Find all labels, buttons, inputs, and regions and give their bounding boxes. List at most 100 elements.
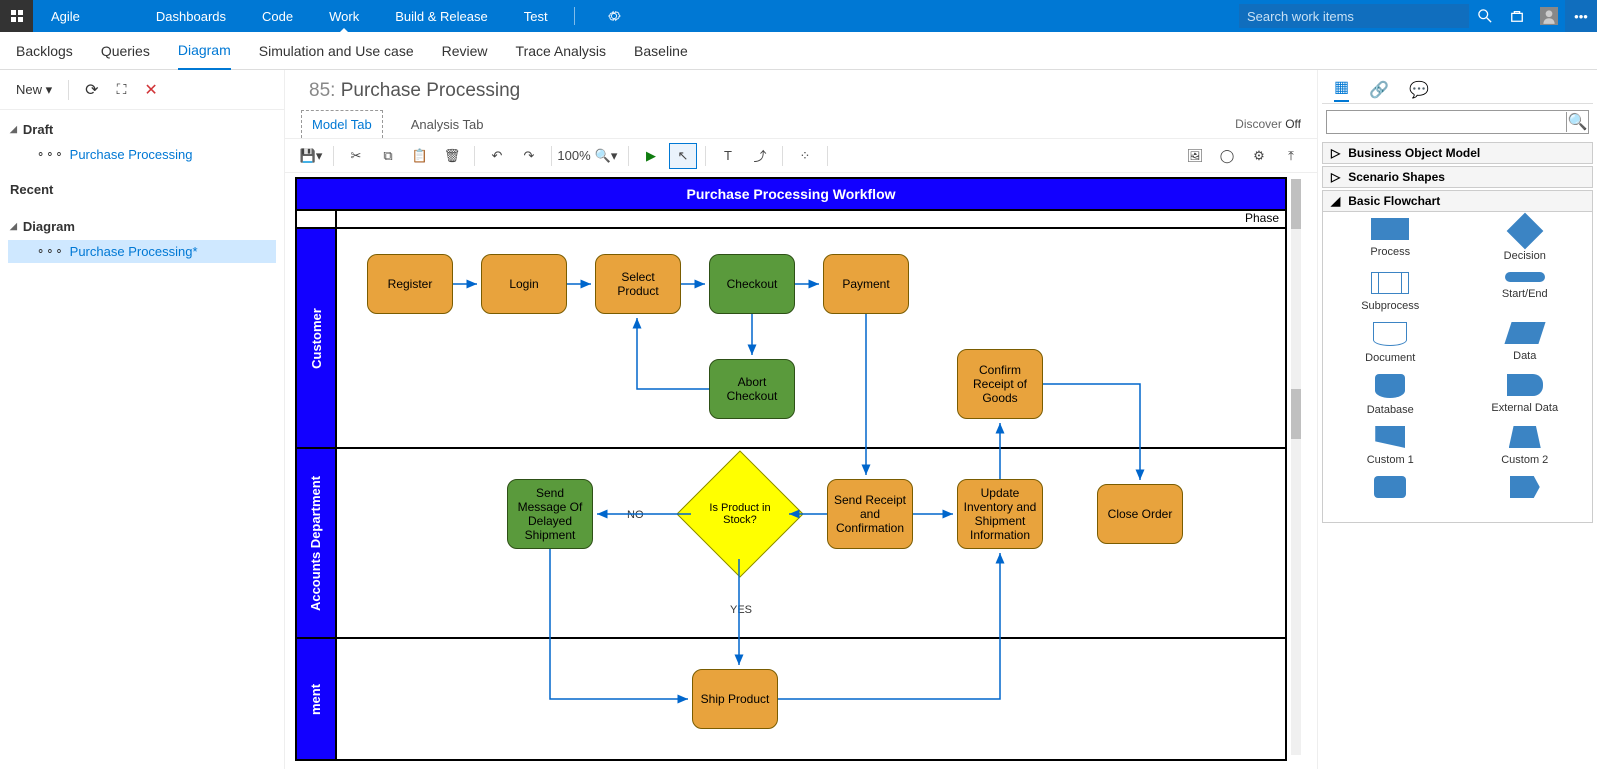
play-button[interactable]: ▶ bbox=[637, 143, 665, 169]
node-login[interactable]: Login bbox=[481, 254, 567, 314]
shape-decision[interactable]: Decision bbox=[1458, 218, 1593, 262]
shape-custom-2[interactable]: Custom 2 bbox=[1458, 426, 1593, 466]
right-panel: ▦ 🔗 💬 🔍 ▷Business Object Model ▷Scenario… bbox=[1317, 70, 1597, 769]
undo-button[interactable]: ↶ bbox=[483, 143, 511, 169]
node-payment[interactable]: Payment bbox=[823, 254, 909, 314]
subnav-queries[interactable]: Queries bbox=[101, 32, 150, 70]
image-button[interactable]: 🖼 bbox=[1181, 143, 1209, 169]
paste-button[interactable]: 📋 bbox=[406, 143, 434, 169]
cut-button[interactable]: ✂ bbox=[342, 143, 370, 169]
edge-label-yes: YES bbox=[730, 604, 752, 616]
node-select-product[interactable]: Select Product bbox=[595, 254, 681, 314]
user-avatar-icon[interactable] bbox=[1533, 0, 1565, 32]
accordion-scenario-shapes[interactable]: ▷Scenario Shapes bbox=[1322, 166, 1593, 188]
settings-gear-icon[interactable] bbox=[589, 0, 639, 32]
shape-data[interactable]: Data bbox=[1458, 322, 1593, 364]
left-toolbar: New ▾ ✕ bbox=[0, 70, 284, 110]
tree-group-recent[interactable]: Recent bbox=[8, 176, 276, 203]
brand-label[interactable]: Agile bbox=[33, 0, 98, 32]
subnav-baseline[interactable]: Baseline bbox=[634, 32, 688, 70]
zoom-label: 100% bbox=[560, 143, 588, 169]
tree-group-draft[interactable]: ◢Draft bbox=[8, 116, 276, 143]
subnav-trace[interactable]: Trace Analysis bbox=[516, 32, 607, 70]
more-icon[interactable]: ••• bbox=[1565, 0, 1597, 32]
node-close-order[interactable]: Close Order bbox=[1097, 484, 1183, 544]
upload-button[interactable]: ⤒ bbox=[1277, 143, 1305, 169]
subnav-diagram[interactable]: Diagram bbox=[178, 32, 231, 70]
store-icon[interactable] bbox=[1501, 0, 1533, 32]
node-is-in-stock[interactable]: Is Product in Stock? bbox=[676, 450, 803, 577]
canvas-wrap: Purchase Processing Workflow Phase Custo… bbox=[285, 173, 1317, 769]
nav-code[interactable]: Code bbox=[244, 0, 311, 32]
new-button[interactable]: New ▾ bbox=[10, 78, 58, 102]
node-update-inventory[interactable]: Update Inventory and Shipment Informatio… bbox=[957, 479, 1043, 549]
node-abort-checkout[interactable]: Abort Checkout bbox=[709, 359, 795, 419]
editor-toolbar: 💾▾ ✂ ⧉ 📋 🗑 ↶ ↷ 100% 🔍▾ ▶ ↖ T ⤴ ⁘ 🖼 ◯ ⚙ bbox=[285, 139, 1317, 173]
search-input[interactable] bbox=[1239, 4, 1469, 28]
delete-button[interactable]: ✕ bbox=[138, 76, 163, 104]
shape-external-data[interactable]: External Data bbox=[1458, 374, 1593, 416]
text-tool-button[interactable]: T bbox=[714, 143, 742, 169]
diagram-canvas[interactable]: Purchase Processing Workflow Phase Custo… bbox=[295, 177, 1287, 761]
node-send-delay[interactable]: Send Message Of Delayed Shipment bbox=[507, 479, 593, 549]
cursor-tool-button[interactable]: ↖ bbox=[669, 143, 697, 169]
lane-accounts: Accounts Department Send Message Of Dela… bbox=[297, 449, 1285, 639]
canvas-scrollbar[interactable] bbox=[1291, 179, 1301, 755]
diagram-title: Purchase Processing Workflow bbox=[297, 179, 1285, 211]
shapes-search-icon[interactable]: 🔍 bbox=[1566, 112, 1588, 132]
zoom-menu-button[interactable]: 🔍▾ bbox=[592, 143, 620, 169]
node-checkout[interactable]: Checkout bbox=[709, 254, 795, 314]
subnav-backlogs[interactable]: Backlogs bbox=[16, 32, 73, 70]
ellipse-button[interactable]: ◯ bbox=[1213, 143, 1241, 169]
tab-analysis[interactable]: Analysis Tab bbox=[401, 111, 494, 138]
node-confirm-receipt[interactable]: Confirm Receipt of Goods bbox=[957, 349, 1043, 419]
tree-group-diagram[interactable]: ◢Diagram bbox=[8, 213, 276, 240]
shape-process[interactable]: Process bbox=[1323, 218, 1458, 262]
shapes-palette: Process Decision Subprocess Start/End Do… bbox=[1322, 212, 1593, 523]
right-tab-comment-icon[interactable]: 💬 bbox=[1409, 80, 1429, 100]
right-tab-grid-icon[interactable]: ▦ bbox=[1334, 77, 1349, 102]
connector-tool-button[interactable]: ⤴ bbox=[746, 143, 774, 169]
lane-customer: Customer Register Login Select Product C… bbox=[297, 229, 1285, 449]
node-send-receipt[interactable]: Send Receipt and Confirmation bbox=[827, 479, 913, 549]
redo-button[interactable]: ↷ bbox=[515, 143, 543, 169]
accordion-business-object[interactable]: ▷Business Object Model bbox=[1322, 142, 1593, 164]
right-tab-link-icon[interactable]: 🔗 bbox=[1369, 80, 1389, 100]
save-button[interactable]: 💾▾ bbox=[297, 143, 325, 169]
lane-shipment-label: ment bbox=[309, 683, 324, 714]
tree-item-draft-purchase[interactable]: ⚬⚬⚬Purchase Processing bbox=[8, 143, 276, 166]
shapes-search-input[interactable] bbox=[1327, 115, 1566, 129]
scatter-tool-button[interactable]: ⁘ bbox=[791, 143, 819, 169]
accordion-basic-flowchart[interactable]: ◢Basic Flowchart bbox=[1322, 190, 1593, 212]
tree: ◢Draft ⚬⚬⚬Purchase Processing Recent ◢Di… bbox=[0, 110, 284, 279]
node-register[interactable]: Register bbox=[367, 254, 453, 314]
lane-customer-label: Customer bbox=[309, 308, 324, 369]
nav-work[interactable]: Work bbox=[311, 0, 377, 32]
discover-toggle[interactable]: Discover Off bbox=[1235, 117, 1301, 131]
refresh-button[interactable] bbox=[79, 76, 104, 104]
nav-dashboards[interactable]: Dashboards bbox=[138, 0, 244, 32]
nav-test[interactable]: Test bbox=[506, 0, 566, 32]
gear-button[interactable]: ⚙ bbox=[1245, 143, 1273, 169]
shape-database[interactable]: Database bbox=[1323, 374, 1458, 416]
lane-accounts-label: Accounts Department bbox=[309, 475, 324, 610]
trash-button[interactable]: 🗑 bbox=[438, 143, 466, 169]
tree-item-diagram-purchase[interactable]: ⚬⚬⚬Purchase Processing* bbox=[8, 240, 276, 263]
shape-document[interactable]: Document bbox=[1323, 322, 1458, 364]
subnav-review[interactable]: Review bbox=[442, 32, 488, 70]
shape-custom-1[interactable]: Custom 1 bbox=[1323, 426, 1458, 466]
sub-nav: Backlogs Queries Diagram Simulation and … bbox=[0, 32, 1597, 70]
tab-model[interactable]: Model Tab bbox=[301, 110, 383, 138]
shape-custom-3[interactable] bbox=[1323, 476, 1458, 516]
node-ship-product[interactable]: Ship Product bbox=[692, 669, 778, 729]
subnav-simulation[interactable]: Simulation and Use case bbox=[259, 32, 414, 70]
shape-subprocess[interactable]: Subprocess bbox=[1323, 272, 1458, 312]
shape-custom-4[interactable] bbox=[1458, 476, 1593, 516]
nav-build[interactable]: Build & Release bbox=[377, 0, 506, 32]
fullscreen-button[interactable] bbox=[111, 77, 133, 102]
search-icon[interactable] bbox=[1469, 0, 1501, 32]
copy-button[interactable]: ⧉ bbox=[374, 143, 402, 169]
app-logo[interactable] bbox=[0, 0, 33, 32]
phase-label: Phase bbox=[337, 211, 1285, 227]
shape-start-end[interactable]: Start/End bbox=[1458, 272, 1593, 312]
